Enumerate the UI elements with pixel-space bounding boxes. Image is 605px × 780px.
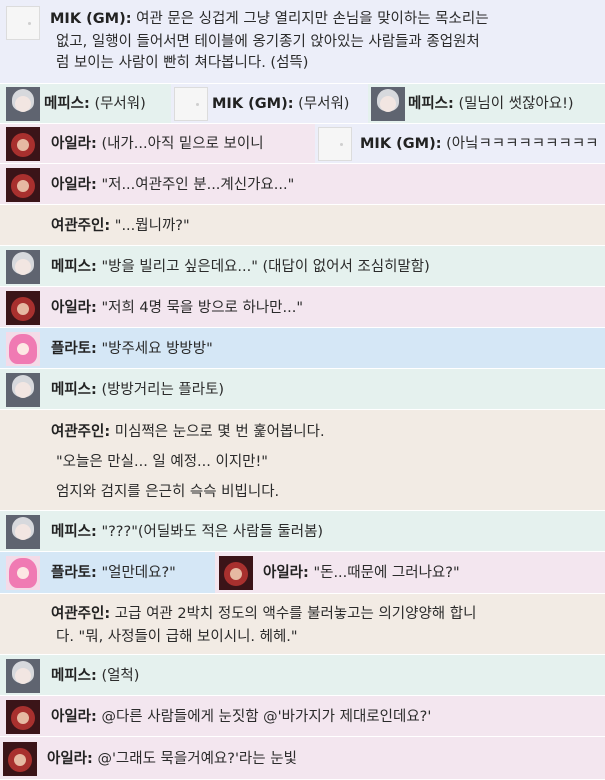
plato-avatar [6,332,40,366]
speaker-name: 여관주인: [51,424,111,440]
speaker-name: 아일라: [51,709,97,725]
message-text: 여관 문은 싱겁게 그냥 열리지만 손님을 맞이하는 목소리는 [136,11,489,27]
message-text: 엄지와 검지를 은근히 슥슥 비빕니다. [56,484,280,500]
speaker-name: MIK (GM): [360,136,442,152]
message-text: (얼척) [101,668,140,684]
message-text: 고급 여관 2박치 정도의 액수를 불러놓고는 의기양양해 합니 [114,606,477,622]
aila-avatar [6,291,40,325]
speaker-name: 아일라: [47,751,93,767]
message-text: 다. "뭐, 사정들이 급해 보이시니. 헤헤." [56,629,298,645]
chat-message: 메피스: (무서워) MIK (GM): (무서워) 메피스: (밀님이 썻잖아… [0,84,605,124]
speaker-name: 플라토: [51,565,97,581]
aila-avatar [6,127,40,161]
chat-message: 메피스: "방을 빌리고 싶은데요..." (대답이 없어서 조심히말함) [0,246,605,287]
message-text: 럼 보이는 사람이 빤히 쳐다봅니다. (섬뜩) [56,55,309,71]
gm-avatar [6,6,40,40]
speaker-name: MIK (GM): [50,11,132,27]
speaker-name: 메피스: [51,259,97,275]
gm-avatar [174,87,208,121]
speaker-name: 플라토: [51,341,97,357]
message-text: @'그래도 묵을거예요?'라는 눈빛 [97,751,297,767]
message-text: "얼만데요?" [101,565,176,581]
message-text: "???"(어딜봐도 적은 사람들 둘러봄) [101,524,324,540]
mephis-avatar [6,250,40,284]
aila-avatar [3,742,37,776]
message-text: (방방거리는 플라토) [101,382,225,398]
chat-message: 플라토: "방주세요 방방방" [0,328,605,369]
chat-message: 여관주인: 고급 여관 2박치 정도의 액수를 불러놓고는 의기양양해 합니 다… [0,594,605,655]
speaker-name: 아일라: [51,136,97,152]
mephis-avatar [6,87,40,121]
chat-message: 메피스: "???"(어딜봐도 적은 사람들 둘러봄) [0,511,605,552]
chat-message: 메피스: (얼척) [0,655,605,696]
speaker-name: 아일라: [263,565,309,581]
chat-message: MIK (GM): 여관 문은 싱겁게 그냥 열리지만 손님을 맞이하는 목소리… [0,0,605,84]
message-text: "방주세요 방방방" [101,341,213,357]
message-text: "저...여관주인 분...계신가요..." [101,177,295,193]
message-text: (내가...아직 밑으로 보이니 [101,136,264,152]
chat-message: 여관주인: "...뭡니까?" [0,205,605,246]
chat-message: 아일라: @'그래도 묵을거예요?'라는 눈빛 [0,737,605,780]
speaker-name: 메피스: [51,382,97,398]
plato-avatar [6,556,40,590]
chat-message: 아일라: (내가...아직 밑으로 보이니 MIK (GM): (아닠ㅋㅋㅋㅋㅋ… [0,124,605,164]
mephis-avatar [6,659,40,693]
chat-message: 메피스: (방방거리는 플라토) [0,369,605,410]
message-text: "오늘은 만실... 일 예정... 이지만!" [56,454,268,470]
mephis-avatar [6,373,40,407]
mephis-avatar [371,87,405,121]
chat-message: 아일라: "저...여관주인 분...계신가요..." [0,164,605,205]
speaker-name: MIK (GM): [212,96,294,112]
speaker-name: 메피스: [408,96,454,112]
speaker-name: 여관주인: [51,606,111,622]
speaker-name: 아일라: [51,300,97,316]
message-text: 미심쩍은 눈으로 몇 번 훑어봅니다. [114,424,325,440]
message-text: "...뭡니까?" [114,218,190,234]
speaker-name: 메피스: [51,524,97,540]
speaker-name: 메피스: [44,96,90,112]
aila-avatar [6,700,40,734]
speaker-name: 메피스: [51,668,97,684]
message-text: (밀님이 썻잖아요!) [458,96,574,112]
message-text: (무서워) [94,96,146,112]
aila-avatar [6,168,40,202]
message-text: "돈...때문에 그러나요?" [313,565,460,581]
message-text: "방을 빌리고 싶은데요..." (대답이 없어서 조심히말함) [101,259,430,275]
mephis-avatar [6,515,40,549]
speaker-name: 아일라: [51,177,97,193]
message-text: 없고, 일행이 들어서면 테이블에 옹기종기 앉아있는 사람들과 종업원처 [56,34,480,50]
message-text: (무서워) [298,96,350,112]
chat-message: 아일라: "저희 4명 묵을 방으로 하나만..." [0,287,605,328]
chat-message: 플라토: "얼만데요?" 아일라: "돈...때문에 그러나요?" [0,552,605,594]
gm-avatar [318,127,352,161]
message-text: "저희 4명 묵을 방으로 하나만..." [101,300,304,316]
chat-message: 여관주인: 미심쩍은 눈으로 몇 번 훑어봅니다. "오늘은 만실... 일 예… [0,410,605,511]
chat-log[interactable]: MIK (GM): 여관 문은 싱겁게 그냥 열리지만 손님을 맞이하는 목소리… [0,0,605,780]
chat-message: 아일라: @다른 사람들에게 눈짓함 @'바가지가 제대로인데요?' [0,696,605,737]
aila-avatar [219,556,253,590]
message-text: (아닠ㅋㅋㅋㅋㅋㅋㅋㅋㅋ [446,136,599,152]
speaker-name: 여관주인: [51,218,111,234]
message-text: @다른 사람들에게 눈짓함 @'바가지가 제대로인데요?' [101,709,432,725]
